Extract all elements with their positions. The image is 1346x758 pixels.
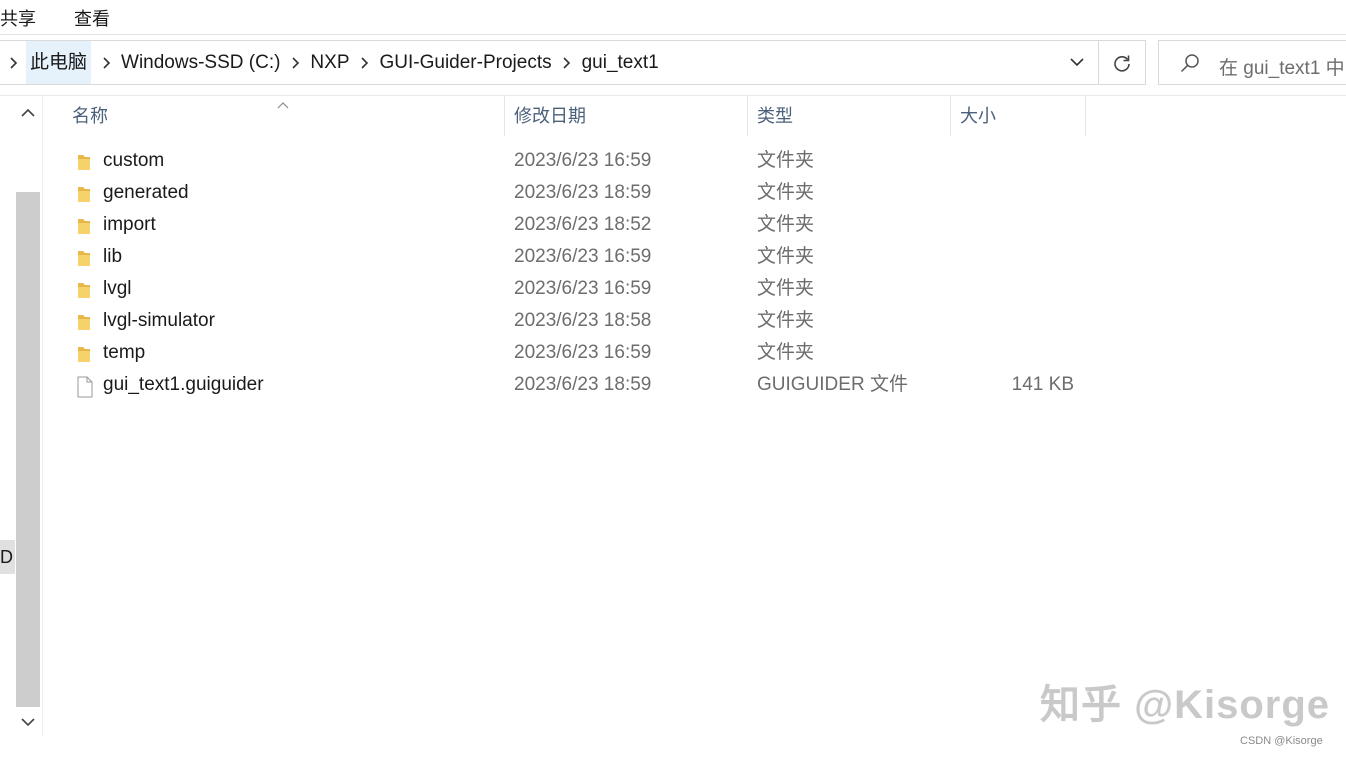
folder-icon bbox=[76, 344, 94, 364]
chevron-right-icon[interactable] bbox=[280, 41, 310, 84]
file-type: 文件夹 bbox=[757, 182, 815, 203]
folder-icon bbox=[76, 312, 94, 332]
chevron-right-icon[interactable] bbox=[350, 41, 380, 84]
file-date: 2023/6/23 16:59 bbox=[514, 342, 652, 363]
search-icon[interactable] bbox=[1179, 52, 1201, 79]
chevron-right-icon[interactable] bbox=[552, 41, 582, 84]
column-header-type[interactable]: 类型 bbox=[757, 96, 793, 136]
scrollbar-thumb[interactable] bbox=[16, 192, 40, 707]
refresh-icon[interactable] bbox=[1098, 41, 1145, 84]
file-size bbox=[950, 241, 1074, 273]
ribbon: 共享 查看 bbox=[0, 0, 1346, 34]
list-item[interactable]: gui_text1.guiguider 2023/6/23 18:59 GUIG… bbox=[70, 369, 1086, 401]
list-item[interactable]: temp 2023/6/23 16:59 文件夹 bbox=[70, 337, 1086, 369]
file-date: 2023/6/23 18:52 bbox=[514, 214, 652, 235]
list-item[interactable]: lvgl 2023/6/23 16:59 文件夹 bbox=[70, 273, 1086, 305]
list-item[interactable]: lvgl-simulator 2023/6/23 18:58 文件夹 bbox=[70, 305, 1086, 337]
column-header-date[interactable]: 修改日期 bbox=[514, 96, 586, 136]
column-divider[interactable] bbox=[950, 96, 951, 136]
list-item[interactable]: import 2023/6/23 18:52 文件夹 bbox=[70, 209, 1086, 241]
folder-icon bbox=[76, 248, 94, 268]
file-type: 文件夹 bbox=[757, 310, 815, 331]
chevron-down-icon[interactable] bbox=[1058, 41, 1096, 84]
folder-icon bbox=[76, 280, 94, 300]
toolbar-divider bbox=[0, 95, 1346, 96]
folder-icon bbox=[76, 216, 94, 236]
file-name: custom bbox=[103, 150, 165, 171]
column-header-name[interactable]: 名称 bbox=[72, 96, 108, 136]
file-name: gui_text1.guiguider bbox=[103, 374, 264, 395]
file-date: 2023/6/23 16:59 bbox=[514, 278, 652, 299]
file-date: 2023/6/23 18:59 bbox=[514, 182, 652, 203]
list-item[interactable]: lib 2023/6/23 16:59 文件夹 bbox=[70, 241, 1086, 273]
folder-icon bbox=[76, 184, 94, 204]
file-type: 文件夹 bbox=[757, 214, 815, 235]
breadcrumb-nxp[interactable]: NXP bbox=[310, 52, 349, 74]
nav-item-partial[interactable]: D bbox=[0, 540, 15, 574]
file-date: 2023/6/23 16:59 bbox=[514, 150, 652, 171]
breadcrumb-drive[interactable]: Windows-SSD (C:) bbox=[121, 52, 280, 74]
file-name: lvgl-simulator bbox=[103, 310, 215, 331]
list-item[interactable]: generated 2023/6/23 18:59 文件夹 bbox=[70, 177, 1086, 209]
file-size bbox=[950, 209, 1074, 241]
file-type: GUIGUIDER 文件 bbox=[757, 374, 908, 395]
file-date: 2023/6/23 18:59 bbox=[514, 374, 652, 395]
file-size: 141 KB bbox=[1011, 374, 1074, 395]
file-size bbox=[950, 305, 1074, 337]
breadcrumb-current[interactable]: gui_text1 bbox=[582, 52, 659, 74]
file-name: import bbox=[103, 214, 156, 235]
file-date: 2023/6/23 16:59 bbox=[514, 246, 652, 267]
file-size bbox=[950, 177, 1074, 209]
watermark-small: CSDN @Kisorge bbox=[1240, 735, 1323, 747]
file-name: temp bbox=[103, 342, 146, 363]
search-box[interactable]: 在 gui_text1 中 bbox=[1158, 40, 1346, 85]
list-item[interactable]: custom 2023/6/23 16:59 文件夹 bbox=[70, 145, 1086, 177]
scroll-up-icon[interactable] bbox=[16, 100, 40, 124]
chevron-right-icon[interactable] bbox=[0, 41, 26, 84]
file-size bbox=[950, 337, 1074, 369]
file-type: 文件夹 bbox=[757, 150, 815, 171]
file-date: 2023/6/23 18:58 bbox=[514, 310, 652, 331]
folder-icon bbox=[76, 152, 94, 172]
pane-divider bbox=[42, 96, 43, 736]
sort-ascending-icon bbox=[277, 96, 289, 114]
column-divider[interactable] bbox=[747, 96, 748, 136]
tab-view[interactable]: 查看 bbox=[74, 5, 110, 31]
file-size bbox=[950, 273, 1074, 305]
breadcrumb-projects[interactable]: GUI-Guider-Projects bbox=[380, 52, 552, 74]
breadcrumb: 此电脑 Windows-SSD (C:) NXP GUI-Guider-Proj… bbox=[0, 41, 659, 84]
file-icon bbox=[76, 376, 94, 398]
column-divider[interactable] bbox=[504, 96, 505, 136]
chevron-right-icon[interactable] bbox=[91, 41, 121, 84]
file-type: 文件夹 bbox=[757, 278, 815, 299]
ribbon-divider bbox=[0, 34, 1346, 35]
column-header-size[interactable]: 大小 bbox=[960, 96, 996, 136]
column-divider[interactable] bbox=[1085, 96, 1086, 136]
watermark: 知乎 @Kisorge bbox=[1040, 683, 1331, 727]
file-name: lvgl bbox=[103, 278, 132, 299]
search-input[interactable]: 在 gui_text1 中 bbox=[1219, 53, 1345, 80]
file-name: generated bbox=[103, 182, 189, 203]
file-size bbox=[950, 145, 1074, 177]
file-name: lib bbox=[103, 246, 123, 267]
scroll-down-icon[interactable] bbox=[16, 710, 40, 734]
breadcrumb-this-pc[interactable]: 此电脑 bbox=[26, 41, 92, 84]
tab-share[interactable]: 共享 bbox=[0, 5, 36, 31]
file-type: 文件夹 bbox=[757, 342, 815, 363]
address-bar[interactable]: 此电脑 Windows-SSD (C:) NXP GUI-Guider-Proj… bbox=[0, 40, 1146, 85]
file-type: 文件夹 bbox=[757, 246, 815, 267]
